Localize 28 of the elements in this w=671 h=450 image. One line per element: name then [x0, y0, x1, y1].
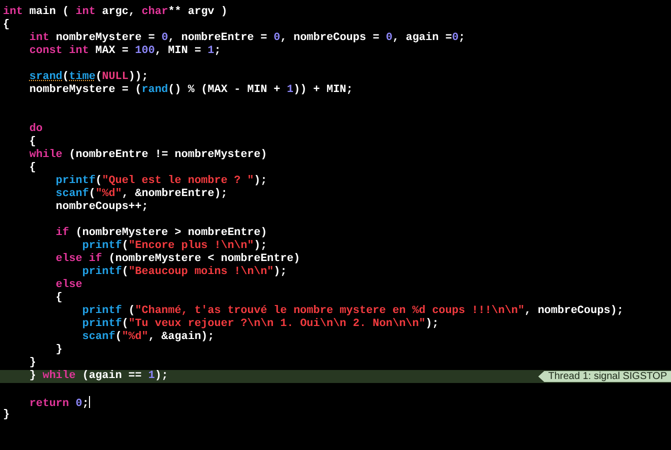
code-line: const int MAX = 100, MIN = 1; — [28, 45, 221, 58]
code-line: nombreCoups++; — [54, 201, 148, 214]
code-line: { — [54, 292, 62, 305]
code-line: scanf("%d", &nombreEntre); — [54, 188, 228, 201]
code-line: { — [28, 162, 36, 175]
code-line: } — [54, 344, 62, 357]
code-line: printf ("Chanmé, t'as trouvé le nombre mystere en %d coups !!!\n\n", nombreCoups); — [81, 305, 624, 318]
code-line: while (nombreEntre != nombreMystere) — [28, 149, 268, 162]
code-line: return 0; — [28, 398, 89, 411]
code-line: { — [28, 136, 36, 149]
code-line: printf("Encore plus !\n\n"); — [81, 240, 268, 252]
code-line: do — [28, 123, 43, 136]
code-line: scanf("%d", &again); — [81, 331, 214, 344]
code-line: else — [54, 279, 82, 292]
code-line: printf("Beaucoup moins !\n\n"); — [82, 266, 287, 279]
code-line: else if (nombreMystere < nombreEntre) — [54, 253, 300, 266]
code-line: printf("Quel est le nombre ? "); — [54, 175, 268, 188]
code-line: printf("Tu veux rejouer ?\n\n 1. Oui\n\n 2. Non\n\n"); — [81, 318, 439, 330]
code-line: } — [28, 357, 36, 370]
code-line: int main ( int argc, char** argv ) — [3, 6, 228, 19]
code-line: srand(time(NULL)); — [28, 71, 148, 84]
debugger-signal-badge: Thread 1: signal SIGSTOP — [538, 371, 671, 382]
code-line: int nombreMystere = 0, nombreEntre = 0, nombreCoups = 0, again =0; — [28, 32, 466, 45]
code-line: if (nombreMystere > nombreEntre) — [54, 227, 268, 240]
code-line: } while (again == 1); — [28, 370, 168, 383]
code-line: nombreMystere = (rand() % (MAX - MIN + 1)) + MIN; — [28, 84, 353, 97]
code-line: { — [3, 19, 10, 32]
code-line: } — [3, 409, 10, 422]
